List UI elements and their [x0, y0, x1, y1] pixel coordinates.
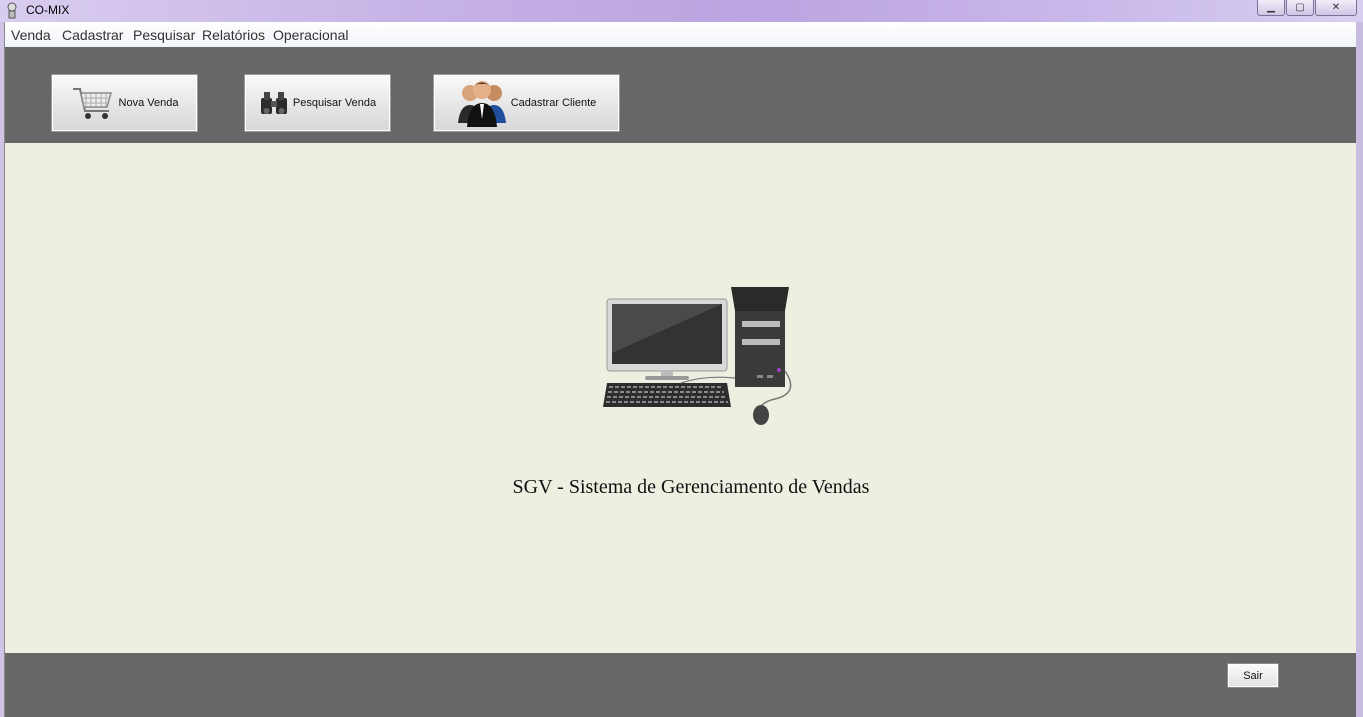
menu-operacional[interactable]: Operacional: [273, 27, 349, 43]
toolbar: Nova Venda Pesquisar Venda Cadastrar Cli…: [5, 47, 1357, 143]
pesquisar-venda-button[interactable]: Pesquisar Venda: [244, 74, 391, 132]
minimize-button[interactable]: ▁: [1257, 0, 1285, 16]
maximize-button[interactable]: ▢: [1286, 0, 1314, 16]
menu-venda[interactable]: Venda: [11, 27, 51, 43]
cadastrar-cliente-button[interactable]: Cadastrar Cliente: [433, 74, 620, 132]
app-icon: [7, 2, 17, 19]
window-controls: ▁ ▢ ✕: [1256, 0, 1357, 16]
computer-icon: [603, 287, 792, 425]
app-frame: Venda Cadastrar Pesquisar Relatórios Ope…: [4, 22, 1357, 717]
nova-venda-button[interactable]: Nova Venda: [51, 74, 198, 132]
menu-relatorios[interactable]: Relatórios: [202, 27, 265, 43]
window-border: [1356, 22, 1363, 717]
window-title: CO-MIX: [26, 3, 70, 17]
binoculars-icon: [260, 92, 287, 114]
pesquisar-venda-label: Pesquisar Venda: [292, 97, 377, 109]
footer: Sair: [5, 653, 1357, 717]
users-icon: [457, 81, 506, 127]
cadastrar-cliente-label: Cadastrar Cliente: [510, 97, 597, 109]
close-button[interactable]: ✕: [1315, 0, 1357, 16]
menu-pesquisar[interactable]: Pesquisar: [133, 27, 195, 43]
nova-venda-label: Nova Venda: [118, 97, 179, 109]
menu-bar: Venda Cadastrar Pesquisar Relatórios Ope…: [5, 22, 1357, 48]
system-title: SGV - Sistema de Gerenciamento de Vendas: [512, 476, 870, 498]
menu-cadastrar[interactable]: Cadastrar: [62, 27, 123, 43]
main-panel: SGV - Sistema de Gerenciamento de Vendas: [5, 143, 1357, 653]
sair-button[interactable]: Sair: [1227, 663, 1279, 688]
shopping-cart-icon: [72, 88, 112, 119]
title-bar: CO-MIX ▁ ▢ ✕: [0, 0, 1363, 22]
